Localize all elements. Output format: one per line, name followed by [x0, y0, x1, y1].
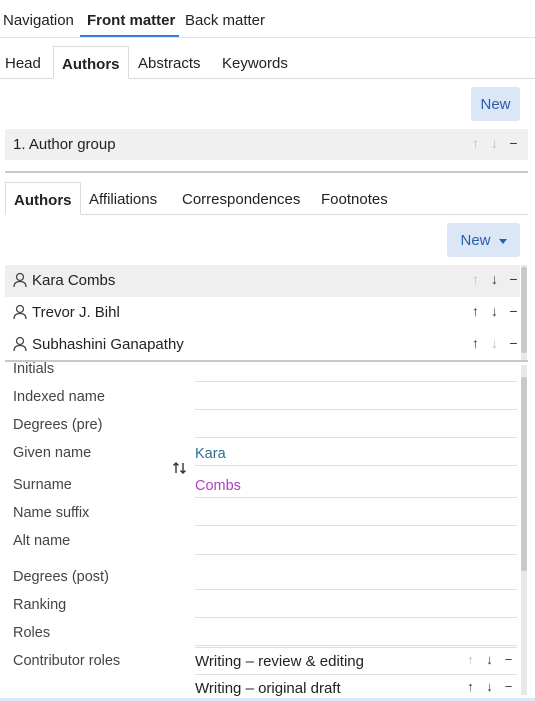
- new-author-group-button[interactable]: New: [471, 87, 520, 121]
- form-scroll-thumb[interactable]: [521, 377, 527, 571]
- author-group-label: 1. Author group: [13, 136, 116, 153]
- surname-value: Combs: [195, 478, 241, 494]
- alt-name-field[interactable]: [195, 529, 517, 555]
- divider: [5, 360, 528, 362]
- author-tab-bar: Authors Affiliations Correspondences Foo…: [5, 182, 528, 215]
- ranking-label: Ranking: [13, 597, 67, 613]
- author-name: Kara Combs: [32, 272, 116, 289]
- arrow-down-icon[interactable]: ↓: [482, 652, 497, 667]
- arrow-up-icon[interactable]: ↑: [468, 335, 483, 351]
- indexed-name-label: Indexed name: [13, 389, 105, 405]
- roles-label: Roles: [13, 625, 51, 641]
- name-suffix-field[interactable]: [195, 501, 517, 526]
- minus-icon[interactable]: −: [506, 271, 521, 287]
- tab-back-matter[interactable]: Back matter: [185, 12, 265, 29]
- tab-abstracts[interactable]: Abstracts: [130, 46, 209, 79]
- surname-label: Surname: [13, 477, 72, 493]
- surname-field[interactable]: Combs: [195, 473, 517, 498]
- divider: [5, 171, 528, 173]
- tab-correspondences[interactable]: Correspondences: [174, 182, 308, 215]
- author-row-trevor-bihl[interactable]: Trevor J. Bihl ↑ ↓ −: [5, 297, 520, 329]
- person-icon: [13, 272, 27, 288]
- tab-authors[interactable]: Authors: [53, 46, 129, 79]
- arrow-down-icon[interactable]: ↓: [487, 303, 502, 319]
- author-group-row[interactable]: 1. Author group ↑ ↓ −: [5, 129, 528, 160]
- initials-label: Initials: [13, 361, 55, 377]
- person-icon: [13, 336, 27, 352]
- author-list-scroll-thumb[interactable]: [521, 267, 527, 353]
- chevron-down-icon: [498, 238, 507, 244]
- arrow-down-icon[interactable]: ↓: [487, 335, 502, 351]
- given-name-field[interactable]: Kara: [195, 441, 517, 466]
- arrow-up-icon[interactable]: ↑: [468, 135, 483, 151]
- tab-navigation[interactable]: Navigation: [3, 12, 74, 29]
- minus-icon[interactable]: −: [506, 303, 521, 319]
- degrees-pre-label: Degrees (pre): [13, 417, 103, 433]
- indexed-name-field[interactable]: [195, 386, 517, 410]
- name-suffix-label: Name suffix: [13, 505, 90, 521]
- tab-front-matter[interactable]: Front matter: [87, 12, 175, 29]
- degrees-pre-field[interactable]: [195, 414, 517, 438]
- arrow-up-icon[interactable]: ↑: [463, 652, 478, 667]
- author-row-subhashini-ganapathy[interactable]: Subhashini Ganapathy ↑ ↓ −: [5, 329, 520, 361]
- ranking-field[interactable]: [195, 593, 517, 618]
- arrow-up-icon[interactable]: ↑: [463, 679, 478, 694]
- contributor-roles-label: Contributor roles: [13, 653, 121, 669]
- degrees-post-label: Degrees (post): [13, 569, 109, 585]
- given-name-label: Given name: [13, 445, 92, 461]
- initials-field[interactable]: [195, 364, 517, 382]
- roles-field[interactable]: [195, 621, 517, 646]
- swap-vertical-icon[interactable]: [172, 460, 188, 476]
- active-tab-indicator: [80, 35, 179, 37]
- author-row-kara-combs[interactable]: Kara Combs ↑ ↓ −: [5, 265, 520, 297]
- arrow-down-icon[interactable]: ↓: [482, 679, 497, 694]
- minus-icon[interactable]: −: [506, 135, 521, 151]
- minus-icon[interactable]: −: [506, 335, 521, 351]
- tab-affiliations[interactable]: Affiliations: [81, 182, 165, 215]
- section-tab-bar: Head Authors Abstracts Keywords: [0, 46, 535, 79]
- contributor-role-value: Writing – review & editing: [195, 653, 364, 670]
- tab-keywords[interactable]: Keywords: [214, 46, 296, 79]
- new-dropdown-label: New: [460, 231, 491, 249]
- author-name: Subhashini Ganapathy: [32, 336, 184, 353]
- arrow-up-icon[interactable]: ↑: [468, 303, 483, 319]
- alt-name-label: Alt name: [13, 533, 71, 549]
- given-name-value: Kara: [195, 446, 226, 462]
- tab-head[interactable]: Head: [0, 46, 49, 79]
- minus-icon[interactable]: −: [501, 679, 516, 694]
- author-name: Trevor J. Bihl: [32, 304, 120, 321]
- arrow-down-icon[interactable]: ↓: [487, 135, 502, 151]
- degrees-post-field[interactable]: [195, 562, 517, 590]
- arrow-up-icon[interactable]: ↑: [468, 271, 483, 287]
- person-icon: [13, 304, 27, 320]
- new-author-dropdown-button[interactable]: New: [447, 223, 520, 257]
- contributor-role-value: Writing – original draft: [195, 680, 341, 697]
- tab-authors-list[interactable]: Authors: [5, 182, 81, 215]
- tab-footnotes[interactable]: Footnotes: [313, 182, 396, 215]
- contributor-role-row[interactable]: Writing – review & editing ↑ ↓ −: [195, 647, 517, 675]
- minus-icon[interactable]: −: [501, 652, 516, 667]
- top-tab-bar: Navigation Front matter Back matter: [0, 0, 535, 38]
- arrow-down-icon[interactable]: ↓: [487, 271, 502, 287]
